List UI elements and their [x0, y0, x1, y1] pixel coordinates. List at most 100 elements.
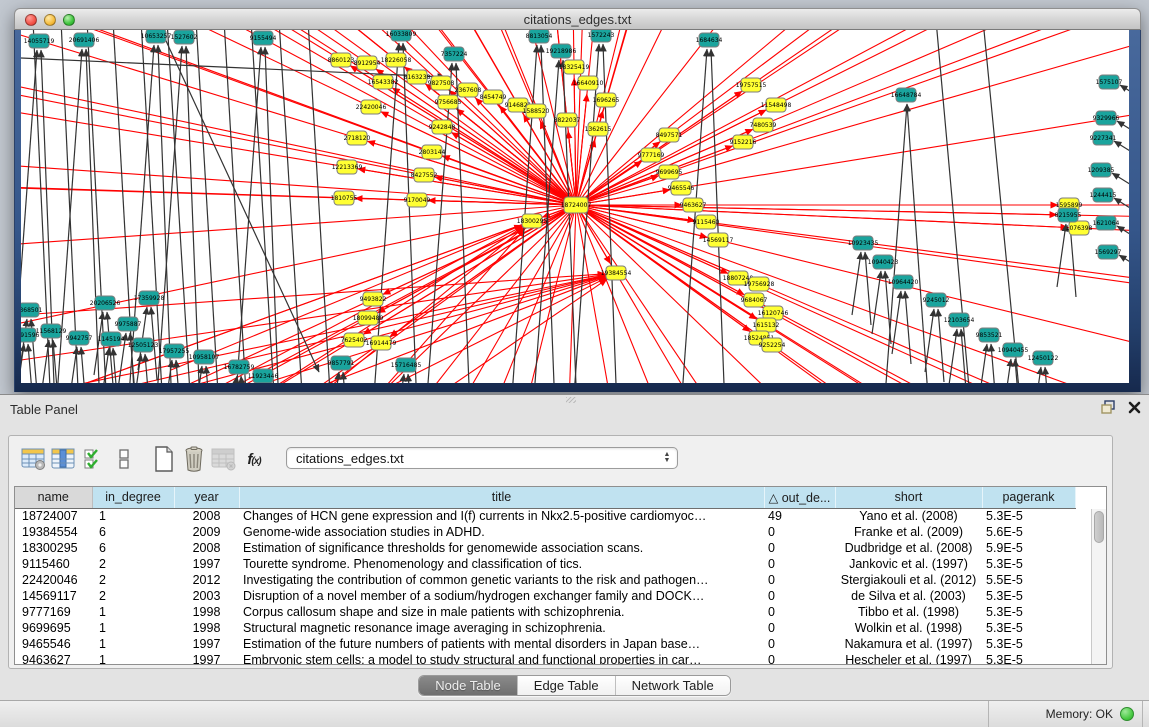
- scrollbar-thumb[interactable]: [1094, 511, 1104, 543]
- table-cell[interactable]: Nakamura et al. (1997): [835, 636, 982, 652]
- memory-ok-indicator-icon[interactable]: [1120, 707, 1134, 721]
- new-document-icon[interactable]: [149, 444, 179, 474]
- table-cell[interactable]: 5.3E-5: [982, 636, 1075, 652]
- table-cell[interactable]: 9115460: [15, 556, 92, 572]
- table-cell[interactable]: 18724007: [15, 508, 92, 524]
- graph-node[interactable]: 1810755: [331, 191, 358, 205]
- graph-node[interactable]: 10653257: [141, 30, 172, 43]
- column-header-2[interactable]: year: [174, 487, 239, 508]
- graph-node[interactable]: 1209385: [1088, 163, 1115, 177]
- graph-node[interactable]: 16782759: [224, 360, 255, 374]
- table-cell[interactable]: Hescheler et al. (1997): [835, 652, 982, 665]
- graph-node[interactable]: 8427552: [411, 168, 438, 182]
- graph-node[interactable]: 8497571: [656, 128, 683, 142]
- table-cell[interactable]: 9699695: [15, 620, 92, 636]
- table-cell[interactable]: 9777169: [15, 604, 92, 620]
- window-titlebar[interactable]: citations_edges.txt: [14, 8, 1141, 30]
- graph-node[interactable]: 1615132: [753, 318, 780, 332]
- table-cell[interactable]: 1: [92, 652, 174, 665]
- table-cell[interactable]: 5.5E-5: [982, 572, 1075, 588]
- table-cell[interactable]: 2008: [174, 508, 239, 524]
- table-header-row[interactable]: namein_degreeyeartitle△ out_de...shortpa…: [15, 487, 1075, 508]
- graph-node[interactable]: 16640910: [573, 76, 604, 90]
- table-cell[interactable]: 0: [764, 540, 835, 556]
- graph-node[interactable]: 9853521: [976, 328, 1003, 342]
- table-cell[interactable]: 1: [92, 604, 174, 620]
- graph-node[interactable]: 1696265: [593, 93, 620, 107]
- tab-edge-table[interactable]: Edge Table: [518, 676, 616, 695]
- table-cell[interactable]: Corpus callosum shape and size in male p…: [239, 604, 764, 620]
- table-cell[interactable]: 5.3E-5: [982, 652, 1075, 665]
- table-row[interactable]: 946554611997Estimation of the future num…: [15, 636, 1075, 652]
- table-row[interactable]: 2242004622012Investigating the contribut…: [15, 572, 1075, 588]
- graph-node[interactable]: 8912954: [354, 56, 381, 70]
- graph-node[interactable]: 15716485: [391, 358, 422, 372]
- graph-node[interactable]: 9242848: [429, 120, 456, 134]
- graph-node[interactable]: 18226058: [381, 53, 412, 67]
- table-cell[interactable]: Tourette syndrome. Phenomenology and cla…: [239, 556, 764, 572]
- graph-node[interactable]: 14569117: [703, 233, 734, 247]
- graph-node[interactable]: 1368501: [21, 303, 43, 317]
- close-panel-icon[interactable]: [1128, 401, 1141, 414]
- graph-node[interactable]: 9756685: [435, 95, 462, 109]
- graph-node[interactable]: 10940423: [868, 255, 899, 269]
- table-cell[interactable]: 0: [764, 620, 835, 636]
- graph-node[interactable]: 9465546: [668, 181, 695, 195]
- table-row[interactable]: 1872400712008Changes of HCN gene express…: [15, 508, 1075, 524]
- table-row[interactable]: 1456911722003Disruption of a novel membe…: [15, 588, 1075, 604]
- table-row[interactable]: 946362711997Embryonic stem cells: a mode…: [15, 652, 1075, 665]
- graph-node[interactable]: 9827508: [428, 76, 455, 90]
- graph-node[interactable]: 8454749: [480, 90, 507, 104]
- graph-node[interactable]: 17957255: [159, 344, 190, 358]
- tab-node-table[interactable]: Node Table: [419, 676, 518, 695]
- function-builder-icon[interactable]: f(x): [239, 444, 269, 474]
- table-cell[interactable]: 18300295: [15, 540, 92, 556]
- table-cell[interactable]: 1997: [174, 636, 239, 652]
- column-visibility-icon[interactable]: [49, 444, 79, 474]
- table-cell[interactable]: 0: [764, 588, 835, 604]
- graph-node[interactable]: 1572243: [588, 30, 615, 42]
- graph-node[interactable]: 9699695: [656, 165, 683, 179]
- table-cell[interactable]: 0: [764, 604, 835, 620]
- graph-node[interactable]: 1684634: [696, 33, 723, 47]
- table-cell[interactable]: Yano et al. (2008): [835, 508, 982, 524]
- table-cell[interactable]: 14569117: [15, 588, 92, 604]
- float-panel-icon[interactable]: [1101, 400, 1116, 414]
- graph-node[interactable]: 1076398: [1066, 221, 1093, 235]
- table-cell[interactable]: 6: [92, 540, 174, 556]
- table-cell[interactable]: Dudbridge et al. (2008): [835, 540, 982, 556]
- column-header-4[interactable]: △ out_de...: [764, 487, 835, 508]
- table-cell[interactable]: Tibbo et al. (1998): [835, 604, 982, 620]
- graph-node[interactable]: 1575107: [1096, 75, 1123, 89]
- table-cell[interactable]: 49: [764, 508, 835, 524]
- table-cell[interactable]: 1: [92, 620, 174, 636]
- graph-node[interactable]: 7357224: [441, 47, 468, 61]
- table-row[interactable]: 1938455462009Genome-wide association stu…: [15, 524, 1075, 540]
- graph-node[interactable]: 14055719: [24, 34, 55, 48]
- table-cell[interactable]: Stergiakouli et al. (2012): [835, 572, 982, 588]
- column-header-6[interactable]: pagerank: [982, 487, 1075, 508]
- delete-trash-icon[interactable]: [179, 444, 209, 474]
- table-mode-icon[interactable]: [19, 444, 49, 474]
- graph-node[interactable]: 9942757: [66, 331, 93, 345]
- table-cell[interactable]: Franke et al. (2009): [835, 524, 982, 540]
- row-boxes-icon[interactable]: [109, 444, 139, 474]
- table-cell[interactable]: 1998: [174, 604, 239, 620]
- column-header-3[interactable]: title: [239, 487, 764, 508]
- graph-node[interactable]: 16648784: [891, 88, 922, 102]
- table-cell[interactable]: 5.3E-5: [982, 604, 1075, 620]
- graph-node[interactable]: 9170049: [404, 193, 431, 207]
- column-header-0[interactable]: name: [15, 487, 92, 508]
- table-cell[interactable]: 6: [92, 524, 174, 540]
- table-cell[interactable]: 2008: [174, 540, 239, 556]
- column-header-1[interactable]: in_degree: [92, 487, 174, 508]
- graph-node[interactable]: 10964420: [888, 275, 919, 289]
- table-cell[interactable]: 0: [764, 572, 835, 588]
- table-cell[interactable]: 1997: [174, 652, 239, 665]
- table-cell[interactable]: Disruption of a novel member of a sodium…: [239, 588, 764, 604]
- table-cell[interactable]: 0: [764, 652, 835, 665]
- table-row[interactable]: 911546021997Tourette syndrome. Phenomeno…: [15, 556, 1075, 572]
- graph-hub-node[interactable]: 18724007: [561, 197, 592, 213]
- table-cell[interactable]: de Silva et al. (2003): [835, 588, 982, 604]
- graph-node[interactable]: 8860123: [328, 53, 355, 67]
